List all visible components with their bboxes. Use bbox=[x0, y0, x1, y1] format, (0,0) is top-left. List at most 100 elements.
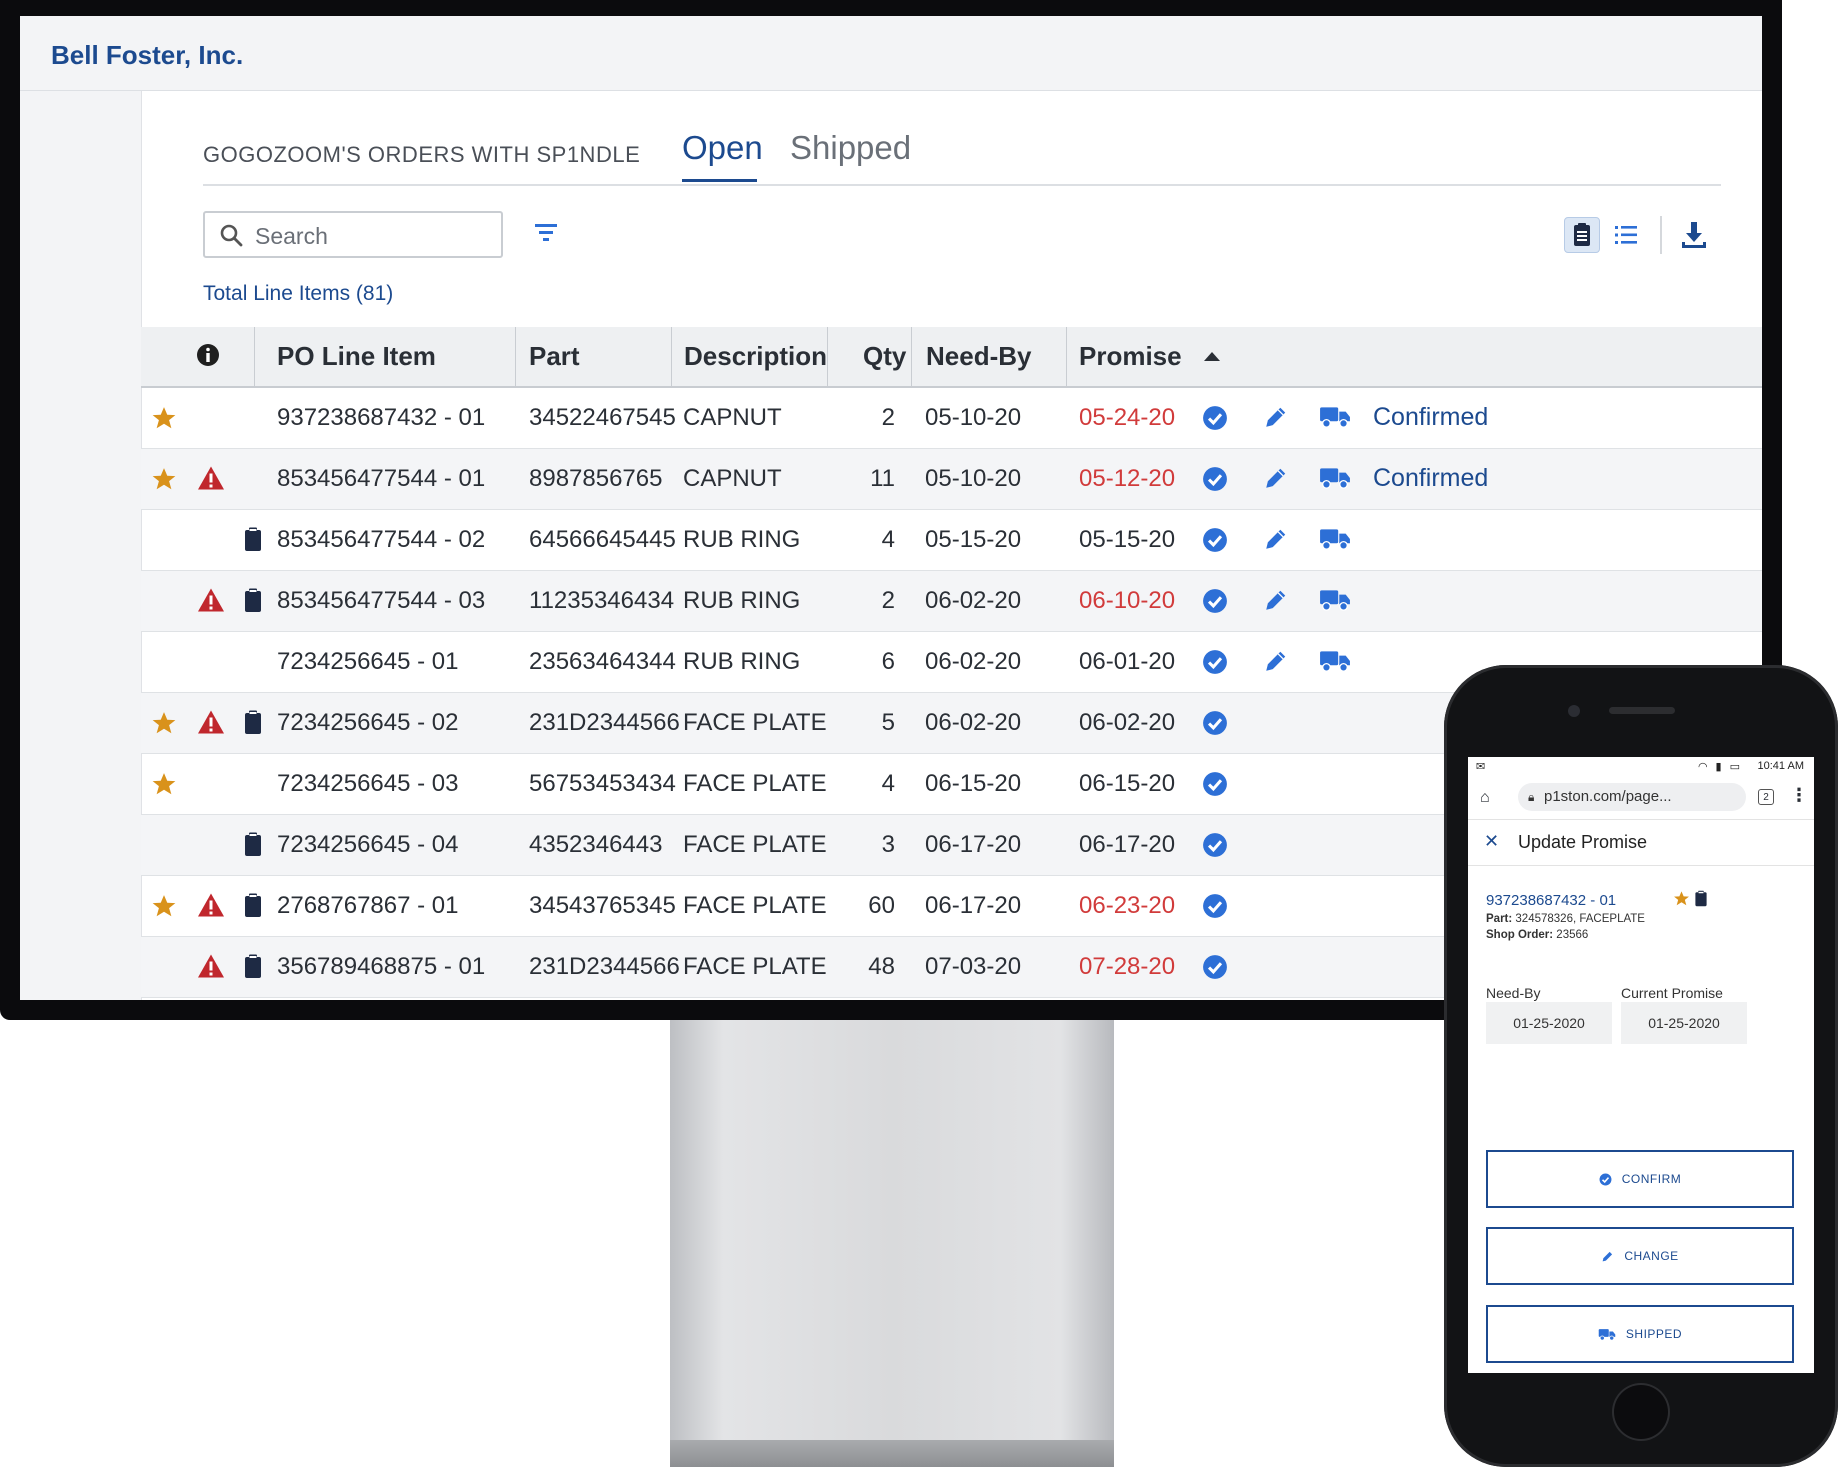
column-separator bbox=[827, 327, 828, 386]
shipped-truck-icon[interactable] bbox=[1319, 465, 1351, 496]
cell-need-by: 06-02-20 bbox=[925, 709, 1022, 736]
cell-need-by: 05-10-20 bbox=[925, 465, 1022, 492]
clipboard-icon[interactable] bbox=[243, 831, 263, 862]
confirm-check-icon[interactable] bbox=[1202, 954, 1228, 985]
shipped-truck-icon[interactable] bbox=[1319, 526, 1351, 557]
clipboard-icon[interactable] bbox=[243, 526, 263, 557]
cell-part: 231D2344566 bbox=[529, 709, 680, 736]
column-separator bbox=[254, 327, 255, 386]
edit-pencil-icon[interactable] bbox=[1263, 465, 1289, 496]
mail-icon: ✉ bbox=[1476, 761, 1486, 773]
home-icon[interactable]: ⌂ bbox=[1480, 789, 1490, 807]
cell-need-by: 06-02-20 bbox=[925, 587, 1022, 614]
header-need-by[interactable]: Need-By bbox=[926, 341, 1031, 372]
change-button[interactable]: CHANGE bbox=[1486, 1227, 1794, 1285]
download-button[interactable] bbox=[1676, 217, 1712, 253]
phone-screen: ✉ ◠▮▭ 10:41 AM ⌂ 🔒︎ p1ston.com/page... 2… bbox=[1468, 757, 1814, 1373]
column-separator bbox=[515, 327, 516, 386]
cell-promise: 06-23-20 bbox=[1079, 892, 1176, 919]
edit-pencil-icon[interactable] bbox=[1263, 526, 1289, 557]
phone-speaker bbox=[1609, 707, 1675, 714]
status-label: Confirmed bbox=[1373, 403, 1489, 431]
confirm-check-icon[interactable] bbox=[1202, 588, 1228, 619]
shop-order-label: Shop Order: bbox=[1486, 929, 1554, 941]
clipboard-icon[interactable] bbox=[243, 709, 263, 740]
cell-po-line-item: 853456477544 - 01 bbox=[277, 465, 486, 492]
star-icon[interactable] bbox=[151, 466, 177, 497]
table-row[interactable]: 853456477544 - 02 64566645445 RUB RING 4 05-… bbox=[141, 510, 1762, 571]
cell-description: RUB RING bbox=[683, 587, 801, 614]
table-row[interactable]: 937238687432 - 01 34522467545 CAPNUT 2 05-10… bbox=[141, 388, 1762, 449]
cell-qty: 2 bbox=[881, 404, 895, 431]
header-part[interactable]: Part bbox=[529, 341, 580, 372]
clipboard-icon[interactable] bbox=[243, 953, 263, 984]
cell-po-line-item: 7234256645 - 03 bbox=[277, 770, 459, 797]
cell-po-line-item: 7234256645 - 02 bbox=[277, 709, 459, 736]
modal-title: Update Promise bbox=[1518, 832, 1648, 852]
shipped-truck-icon[interactable] bbox=[1319, 648, 1351, 679]
filter-icon[interactable] bbox=[533, 220, 559, 246]
cell-promise: 06-02-20 bbox=[1079, 709, 1176, 736]
sort-ascending-icon[interactable] bbox=[1204, 352, 1220, 361]
shipped-truck-icon[interactable] bbox=[1319, 587, 1351, 618]
table-row[interactable]: 853456477544 - 01 8987856765 CAPNUT 11 05-10… bbox=[141, 449, 1762, 510]
current-promise-label: Current Promise bbox=[1621, 985, 1723, 1001]
card-view-button[interactable] bbox=[1564, 217, 1600, 253]
confirm-check-icon[interactable] bbox=[1202, 649, 1228, 680]
current-promise-field[interactable]: 01-25-2020 bbox=[1621, 1002, 1747, 1044]
header-description[interactable]: Description bbox=[684, 341, 827, 372]
left-rail bbox=[20, 91, 142, 1000]
warning-icon bbox=[197, 587, 225, 618]
cell-promise: 06-15-20 bbox=[1079, 770, 1176, 797]
tabs-count-button[interactable]: 2 bbox=[1758, 789, 1774, 805]
cell-qty: 60 bbox=[868, 892, 895, 919]
star-icon[interactable] bbox=[151, 893, 177, 924]
confirm-check-icon[interactable] bbox=[1202, 710, 1228, 741]
more-menu-icon[interactable]: ⋮ bbox=[1790, 785, 1808, 806]
confirm-button[interactable]: CONFIRM bbox=[1486, 1150, 1794, 1208]
total-line-items: Total Line Items (81) bbox=[203, 282, 394, 305]
cell-qty: 5 bbox=[881, 709, 895, 736]
tabs-divider bbox=[203, 184, 1721, 186]
edit-pencil-icon[interactable] bbox=[1263, 648, 1289, 679]
clipboard-icon[interactable] bbox=[243, 587, 263, 618]
modal-header: ✕ Update Promise bbox=[1468, 819, 1814, 866]
clipboard-icon[interactable] bbox=[243, 892, 263, 923]
cell-qty: 11 bbox=[870, 465, 895, 492]
confirm-check-icon[interactable] bbox=[1202, 771, 1228, 802]
warning-icon bbox=[197, 892, 225, 923]
info-icon[interactable] bbox=[195, 342, 221, 368]
url-field[interactable]: 🔒︎ p1ston.com/page... bbox=[1518, 783, 1746, 811]
list-view-button[interactable] bbox=[1608, 217, 1644, 253]
confirm-check-icon[interactable] bbox=[1202, 405, 1228, 436]
header-qty[interactable]: Qty bbox=[863, 341, 906, 372]
close-icon[interactable]: ✕ bbox=[1484, 831, 1499, 852]
cell-qty: 6 bbox=[881, 648, 895, 675]
confirm-check-icon[interactable] bbox=[1202, 832, 1228, 863]
phone-home-button[interactable] bbox=[1614, 1385, 1668, 1439]
tab-shipped[interactable]: Shipped bbox=[790, 129, 911, 167]
monitor-stand-base bbox=[670, 1440, 1114, 1467]
star-icon[interactable] bbox=[151, 710, 177, 741]
star-icon[interactable] bbox=[151, 405, 177, 436]
warning-icon bbox=[197, 953, 225, 984]
search-input[interactable] bbox=[253, 221, 497, 251]
confirm-check-icon[interactable] bbox=[1202, 527, 1228, 558]
need-by-label: Need-By bbox=[1486, 985, 1541, 1001]
cell-description: RUB RING bbox=[683, 648, 801, 675]
shipped-truck-icon[interactable] bbox=[1319, 404, 1351, 435]
need-by-field[interactable]: 01-25-2020 bbox=[1486, 1002, 1612, 1044]
shipped-button[interactable]: SHIPPED bbox=[1486, 1305, 1794, 1363]
table-row[interactable]: 853456477544 - 03 11235346434 RUB RING 2 06-… bbox=[141, 571, 1762, 632]
cell-part: 64566645445 bbox=[529, 526, 676, 553]
cell-promise: 05-12-20 bbox=[1079, 465, 1176, 492]
star-icon[interactable] bbox=[151, 771, 177, 802]
header-promise[interactable]: Promise bbox=[1079, 341, 1182, 372]
confirm-check-icon[interactable] bbox=[1202, 893, 1228, 924]
tab-open[interactable]: Open bbox=[682, 129, 763, 167]
edit-pencil-icon[interactable] bbox=[1263, 404, 1289, 435]
header-po-line-item[interactable]: PO Line Item bbox=[277, 341, 436, 372]
confirm-check-icon[interactable] bbox=[1202, 466, 1228, 497]
cell-po-line-item: 853456477544 - 02 bbox=[277, 526, 486, 553]
edit-pencil-icon[interactable] bbox=[1263, 587, 1289, 618]
